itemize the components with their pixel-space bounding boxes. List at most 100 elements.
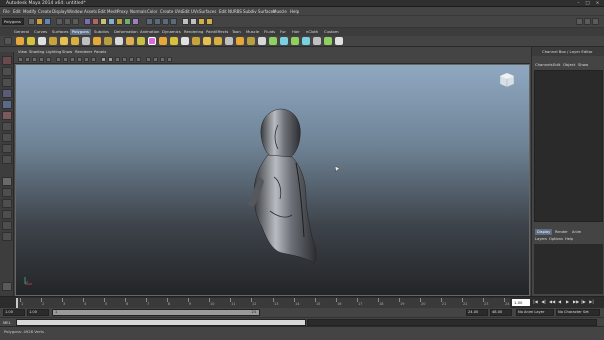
last-tool-icon[interactable] [2,155,12,164]
menu-surfaces[interactable]: Surfaces [199,9,216,14]
playback-end-field[interactable]: 24.00 [466,309,488,316]
minimize-button[interactable]: – [575,1,582,6]
merge-icon[interactable] [247,37,255,45]
single-perspective-layout-icon[interactable] [2,177,12,186]
channel-box-menu-channels[interactable]: Channels [535,62,553,67]
menu-help[interactable]: Help [290,9,299,14]
shelf-tab-ncloth[interactable]: nCloth [304,29,320,35]
script-editor-icon[interactable] [2,282,12,291]
toggle-attribute-editor-icon[interactable] [576,18,583,25]
layer-tab-display[interactable]: Display [535,229,553,235]
spherical-mapping-icon[interactable] [291,37,299,45]
time-slider-bar[interactable]: 1 2 3 4 5 6 7 8 9 10 11 12 13 14 15 16 17 18 19 20 21 22 23 24 [16,298,510,308]
command-input[interactable] [16,319,306,326]
gate-mask-icon[interactable] [77,57,82,62]
two-d-pan-zoom-icon[interactable] [46,57,51,62]
current-frame-field[interactable]: 1.00 [512,299,530,306]
outliner-layout-icon[interactable] [2,232,12,241]
layer-menu-layers[interactable]: Layers [535,237,547,241]
layer-tab-render[interactable]: Render [553,229,570,235]
menu-edit-mesh[interactable]: Edit Mesh [98,9,118,14]
snap-curve-icon[interactable] [154,18,161,25]
menu-create-uvs[interactable]: Create UVs [160,9,182,14]
poly-helix-icon[interactable] [93,37,101,45]
viewport-menu-renderer[interactable]: Renderer [75,49,92,54]
x-ray-icon[interactable] [153,57,158,62]
channel-list[interactable] [534,70,603,222]
layer-tab-anim[interactable]: Anim [570,229,583,235]
menu-assets[interactable]: Assets [84,9,97,14]
mask-joints-icon[interactable] [92,18,99,25]
mirror-icon[interactable] [159,37,167,45]
toggle-channel-box-icon[interactable] [592,18,599,25]
persp-outliner-layout-icon[interactable] [2,199,12,208]
viewcube-icon[interactable] [499,72,515,88]
mask-rendering-icon[interactable] [132,18,139,25]
menu-edit-uvs[interactable]: Edit UVs [182,9,199,14]
poly-sphere-icon[interactable] [16,37,24,45]
viewport-menu-view[interactable]: View [18,49,27,54]
mask-handles-icon[interactable] [84,18,91,25]
shelf-tab-deformation[interactable]: Deformation [112,29,140,35]
shelf-menu-icon[interactable] [4,37,12,45]
mask-surfaces-icon[interactable] [108,18,115,25]
step-forward-key-button[interactable]: |▶ [581,299,586,305]
four-view-layout-icon[interactable] [2,188,12,197]
play-backwards-button[interactable]: ◀ [557,299,562,305]
select-component-icon[interactable] [72,18,79,25]
select-camera-icon[interactable] [18,57,23,62]
uv-editor-icon[interactable] [313,37,321,45]
isolate-select-icon[interactable] [146,57,151,62]
poly-platonic-icon[interactable] [115,37,123,45]
sculpt-geometry-icon[interactable] [335,37,343,45]
safe-action-icon[interactable] [91,57,96,62]
shadows-icon[interactable] [136,57,141,62]
menu-file[interactable]: File [3,9,10,14]
maximize-button[interactable]: □ [584,1,591,6]
select-hierarchy-icon[interactable] [56,18,63,25]
menu-modify[interactable]: Modify [23,9,36,14]
command-language-label[interactable]: MEL [3,320,11,325]
extrude-icon[interactable] [170,37,178,45]
menu-display[interactable]: Display [52,9,67,14]
film-gate-icon[interactable] [63,57,68,62]
step-back-key-button[interactable]: ◀| [541,299,546,305]
menu-edit[interactable]: Edit [13,9,21,14]
layer-menu-help[interactable]: Help [565,237,573,241]
poly-soccer-ball-icon[interactable] [104,37,112,45]
animation-end-field[interactable]: 48.00 [490,309,512,316]
render-icon[interactable] [182,18,189,25]
step-back-frame-button[interactable]: ◀◀ [549,299,555,305]
scale-tool-icon[interactable] [2,111,12,120]
poly-cube-icon[interactable] [27,37,35,45]
go-to-end-button[interactable]: ▶| [589,299,594,305]
playhead[interactable] [16,298,18,308]
channel-box-menu-edit[interactable]: Edit [553,62,560,67]
bookmarks-icon[interactable] [32,57,37,62]
viewport-menu-lighting[interactable]: Lighting [46,49,61,54]
anim-layer-selector[interactable]: No Anim Layer [516,309,554,316]
poly-plane-icon[interactable] [60,37,68,45]
shelf-tab-curves[interactable]: Curves [32,29,49,35]
menu-create[interactable]: Create [38,9,51,14]
resolution-gate-icon[interactable] [70,57,75,62]
poly-pipe-icon[interactable] [82,37,90,45]
field-chart-icon[interactable] [84,57,89,62]
hoodie-mesh[interactable] [234,107,334,267]
paint-select-tool-icon[interactable] [2,78,12,87]
perspective-viewport[interactable] [15,64,530,296]
persp-graph-layout-icon[interactable] [2,210,12,219]
layer-list[interactable] [534,244,603,294]
append-polygon-icon[interactable] [192,37,200,45]
shelf-tab-dynamics[interactable]: Dynamics [160,29,183,35]
snap-view-plane-icon[interactable] [170,18,177,25]
image-plane-icon[interactable] [39,57,44,62]
channel-box-menu-show[interactable]: Show [578,62,588,67]
character-set-selector[interactable]: No Character Set [556,309,600,316]
close-button[interactable]: × [594,1,601,6]
x-ray-joints-icon[interactable] [160,57,165,62]
show-manipulator-icon[interactable] [2,144,12,153]
backface-culling-icon[interactable] [167,57,172,62]
menu-window[interactable]: Window [67,9,83,14]
bridge-icon[interactable] [181,37,189,45]
